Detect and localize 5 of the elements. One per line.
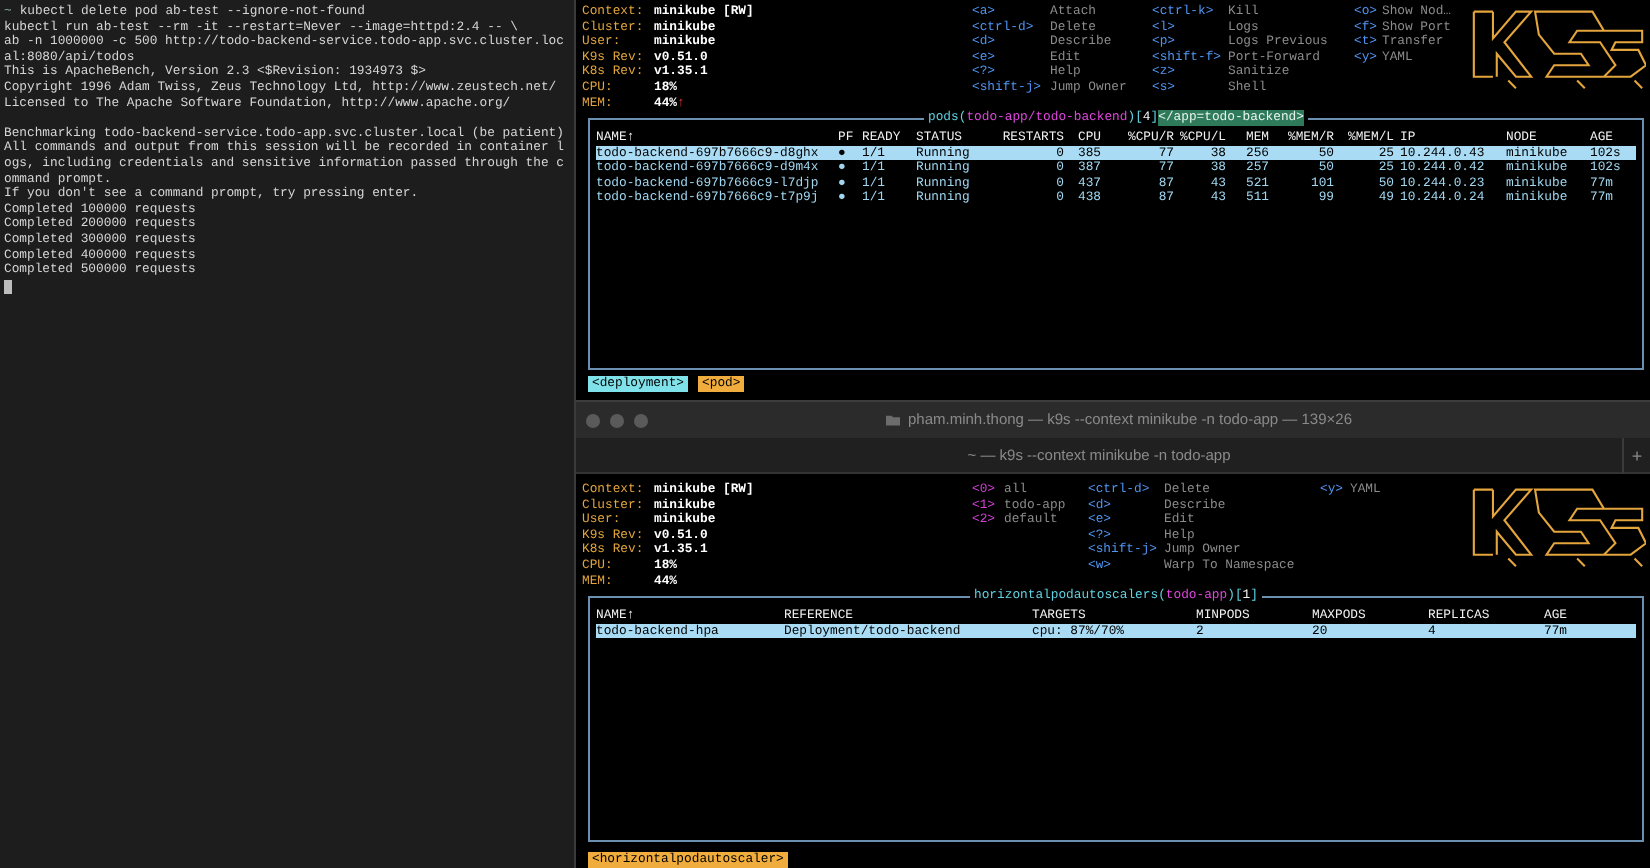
close-button[interactable] xyxy=(586,413,600,427)
zoom-button[interactable] xyxy=(634,413,648,427)
minimize-button[interactable] xyxy=(610,413,624,427)
folder-icon xyxy=(886,414,900,426)
new-tab-button[interactable]: + xyxy=(1622,437,1650,473)
